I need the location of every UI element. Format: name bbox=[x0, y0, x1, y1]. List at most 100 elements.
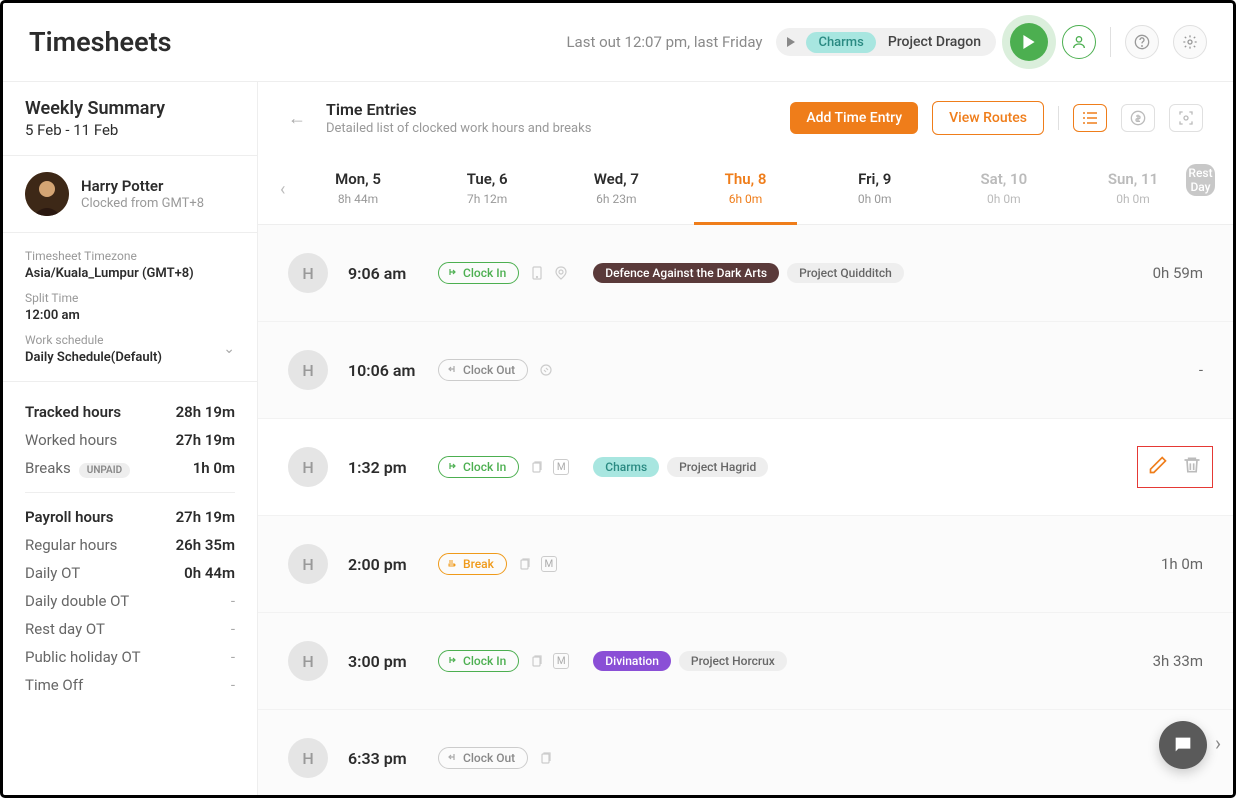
day-tab-4[interactable]: Fri, 9 0h 0m bbox=[810, 154, 939, 224]
day-hours: 6h 0m bbox=[681, 192, 810, 206]
worked-label: Worked hours bbox=[25, 431, 117, 449]
pill-icon bbox=[447, 364, 457, 377]
entry-time: 2:00 pm bbox=[348, 555, 438, 574]
section-subtitle: Detailed list of clocked work hours and … bbox=[326, 121, 591, 136]
day-tab-3[interactable]: Thu, 86h 0m bbox=[681, 154, 810, 224]
schedule-value: Daily Schedule(Default) bbox=[25, 350, 162, 365]
day-label: Tue, 6 bbox=[423, 170, 552, 188]
time-entry-row[interactable]: H10:06 amClock Out- bbox=[258, 322, 1233, 419]
daily-ot-label: Daily OT bbox=[25, 564, 80, 582]
daily-ot-value: 0h 44m bbox=[184, 564, 235, 582]
rdot-value: - bbox=[231, 620, 235, 638]
clock-pill: Clock In bbox=[438, 456, 519, 478]
day-label: Sat, 10 bbox=[939, 170, 1068, 188]
stats-block: Tracked hours28h 19m Worked hours27h 19m… bbox=[3, 382, 257, 715]
clock-pill: Clock In bbox=[438, 650, 519, 672]
clock-pill: Clock Out bbox=[438, 747, 528, 769]
settings-button[interactable] bbox=[1173, 25, 1207, 59]
user-icon-button[interactable] bbox=[1062, 25, 1096, 59]
day-hours: 6h 23m bbox=[552, 192, 681, 206]
regular-label: Regular hours bbox=[25, 536, 117, 554]
entry-tag: Charms bbox=[593, 457, 659, 477]
phone-icon bbox=[529, 265, 545, 281]
entry-meta-icons bbox=[538, 362, 554, 378]
user-block: Harry Potter Clocked from GMT+8 bbox=[3, 156, 257, 233]
day-label: Fri, 9 bbox=[810, 170, 939, 188]
entry-tag: Project Quidditch bbox=[787, 263, 904, 283]
current-activity-tag: Charms bbox=[806, 32, 875, 53]
user-timezone: Clocked from GMT+8 bbox=[81, 196, 204, 211]
phot-label: Public holiday OT bbox=[25, 648, 141, 666]
entry-tags: DivinationProject Horcrux bbox=[593, 651, 787, 671]
entry-meta-icons: M bbox=[529, 653, 569, 669]
unpaid-badge: UNPAID bbox=[79, 463, 130, 478]
payroll-label: Payroll hours bbox=[25, 508, 113, 526]
pill-icon bbox=[447, 655, 457, 668]
view-routes-button[interactable]: View Routes bbox=[932, 101, 1044, 135]
clock-in-play-button[interactable] bbox=[1010, 23, 1048, 61]
day-tab-1[interactable]: Tue, 67h 12m bbox=[423, 154, 552, 224]
day-tab-0[interactable]: Mon, 58h 44m bbox=[293, 154, 422, 224]
day-tab-5[interactable]: Sat, 100h 0m bbox=[939, 154, 1068, 224]
back-arrow-icon[interactable]: ← bbox=[288, 108, 306, 129]
time-entry-row[interactable]: H2:00 pmBreakM1h 0m bbox=[258, 516, 1233, 613]
worked-value: 27h 19m bbox=[176, 431, 235, 449]
edit-icon[interactable] bbox=[1148, 455, 1168, 479]
money-view-button[interactable] bbox=[1121, 104, 1155, 132]
breaks-label: BreaksUNPAID bbox=[25, 459, 130, 477]
time-entry-row[interactable]: H3:00 pmClock InMDivinationProject Horcr… bbox=[258, 613, 1233, 710]
section-title: Time Entries bbox=[326, 100, 591, 119]
expand-chevron-icon[interactable]: › bbox=[1215, 731, 1221, 755]
tz-label: Timesheet Timezone bbox=[25, 249, 235, 263]
location-icon bbox=[538, 362, 554, 378]
entry-tags: CharmsProject Hagrid bbox=[593, 457, 768, 477]
day-hours: 0h 0m bbox=[1068, 192, 1197, 206]
tz-value: Asia/Kuala_Lumpur (GMT+8) bbox=[25, 266, 235, 281]
focus-view-button[interactable] bbox=[1169, 104, 1203, 132]
time-entry-row[interactable]: H9:06 amClock InDefence Against the Dark… bbox=[258, 225, 1233, 322]
play-icon bbox=[784, 35, 798, 49]
entry-avatar: H bbox=[288, 641, 328, 681]
toff-value: - bbox=[231, 676, 235, 694]
meta-block: Timesheet Timezone Asia/Kuala_Lumpur (GM… bbox=[3, 233, 257, 382]
entry-meta-icons: M bbox=[529, 459, 569, 475]
entry-time: 1:32 pm bbox=[348, 458, 438, 477]
entry-tag: Defence Against the Dark Arts bbox=[593, 263, 779, 283]
weekly-summary-range: 5 Feb - 11 Feb bbox=[25, 121, 235, 139]
main-header: ← Time Entries Detailed list of clocked … bbox=[258, 82, 1233, 154]
schedule-label: Work schedule bbox=[25, 333, 162, 347]
entry-avatar: H bbox=[288, 447, 328, 487]
entry-time: 9:06 am bbox=[348, 264, 438, 283]
prev-week-button[interactable]: ‹ bbox=[272, 159, 293, 220]
day-tab-2[interactable]: Wed, 76h 23m bbox=[552, 154, 681, 224]
day-hours: 0h 0m bbox=[810, 192, 939, 206]
user-name: Harry Potter bbox=[81, 177, 204, 195]
entry-meta-icons: M bbox=[517, 556, 557, 572]
rdot-label: Rest day OT bbox=[25, 620, 105, 638]
chevron-down-icon[interactable]: ⌄ bbox=[223, 341, 235, 357]
entry-avatar: H bbox=[288, 544, 328, 584]
split-value: 12:00 am bbox=[25, 308, 235, 323]
copy-icon bbox=[538, 750, 554, 766]
trash-icon[interactable] bbox=[1182, 455, 1202, 479]
day-tab-6[interactable]: Sun, 110h 0m bbox=[1068, 154, 1197, 224]
main-panel: ← Time Entries Detailed list of clocked … bbox=[258, 81, 1233, 795]
chat-button[interactable] bbox=[1159, 721, 1207, 769]
entry-time: 10:06 am bbox=[348, 361, 438, 380]
time-entry-row[interactable]: H1:32 pmClock InMCharmsProject Hagrid0h … bbox=[258, 419, 1233, 516]
help-button[interactable] bbox=[1125, 25, 1159, 59]
current-task-group[interactable]: Charms Project Dragon bbox=[776, 28, 996, 56]
copy-icon bbox=[517, 556, 533, 572]
entry-duration: 3h 33m bbox=[1153, 652, 1203, 670]
list-view-button[interactable] bbox=[1073, 104, 1107, 132]
time-entry-row[interactable]: H6:33 pmClock Out- bbox=[258, 710, 1233, 795]
user-avatar[interactable] bbox=[25, 172, 69, 216]
add-time-entry-button[interactable]: Add Time Entry bbox=[790, 102, 918, 134]
copy-icon bbox=[529, 653, 545, 669]
pill-icon bbox=[447, 558, 457, 571]
ddot-label: Daily double OT bbox=[25, 592, 129, 610]
divider bbox=[1110, 27, 1111, 57]
day-label: Mon, 5 bbox=[293, 170, 422, 188]
entry-time: 6:33 pm bbox=[348, 749, 438, 768]
copy-icon bbox=[529, 459, 545, 475]
